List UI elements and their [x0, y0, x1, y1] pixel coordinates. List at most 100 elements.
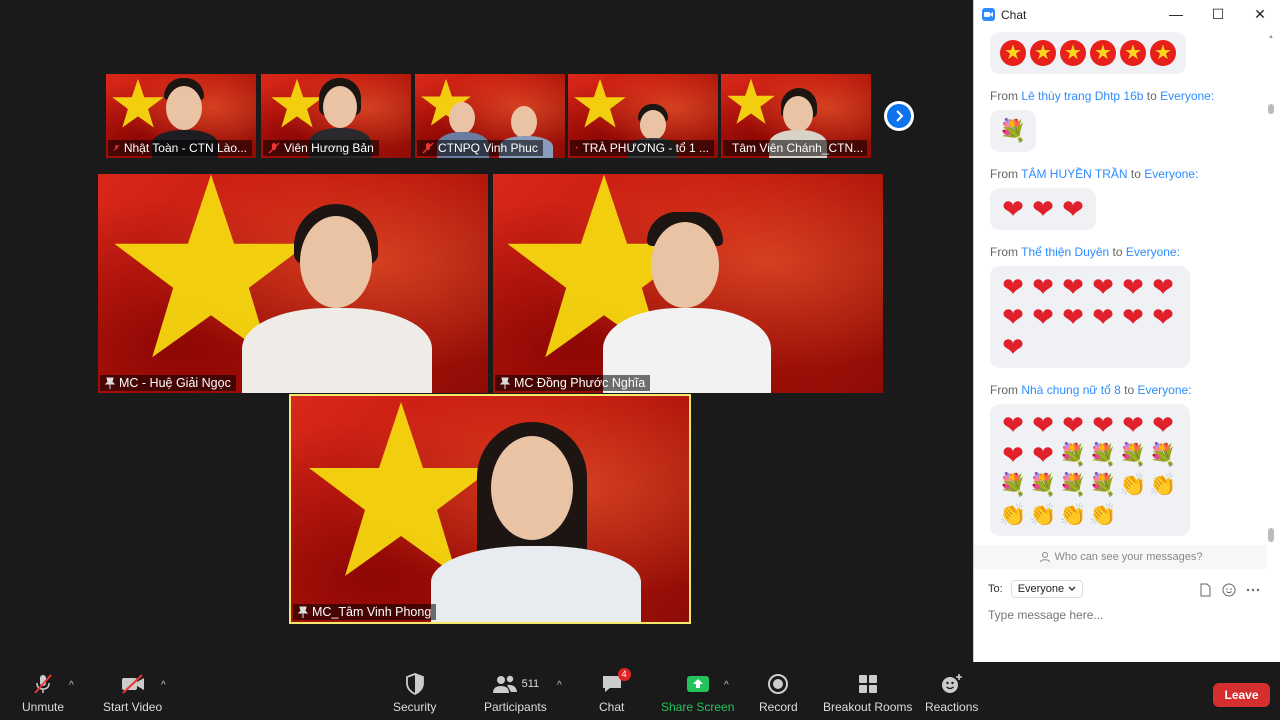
minimize-button[interactable]: —: [1164, 4, 1188, 24]
chat-message-list[interactable]: ★ ★ ★ ★ ★ ★ From Lê thùy trang Dhtp 16b to Eve…: [974, 29, 1267, 545]
record-icon: [768, 674, 789, 694]
mic-muted-icon: [34, 674, 52, 694]
start-video-button[interactable]: Start Video: [103, 672, 162, 714]
more-icon[interactable]: [1246, 583, 1260, 597]
sender-name[interactable]: Thể thiện Duyên: [1021, 245, 1109, 259]
video-options-caret[interactable]: ^: [161, 680, 166, 691]
record-button[interactable]: Record: [759, 672, 798, 714]
breakout-rooms-button[interactable]: Breakout Rooms: [823, 672, 912, 714]
message-input[interactable]: [988, 608, 1258, 622]
participants-options-caret[interactable]: ^: [557, 680, 562, 691]
who-can-see-text: Who can see your messages?: [1054, 551, 1203, 563]
heart-emoji-icon: ❤: [1122, 410, 1144, 440]
pin-icon: [105, 377, 115, 389]
share-screen-icon: [686, 676, 709, 692]
reactions-icon: [941, 674, 962, 693]
chat-message-header: From Nhà chung nữ tổ 8 to Everyone:: [974, 380, 1267, 400]
reactions-button[interactable]: Reactions: [925, 672, 978, 714]
heart-emoji-icon: ❤: [1002, 272, 1024, 302]
video-tile-main[interactable]: MC - Huệ Giải Ngọc: [98, 174, 488, 393]
who-can-see-link[interactable]: Who can see your messages?: [974, 545, 1267, 569]
heart-emoji-icon: ❤: [1062, 302, 1084, 332]
pin-icon: [500, 377, 510, 389]
video-tile-thumb[interactable]: TRÀ PHƯƠNG - tổ 1 ...: [568, 74, 718, 158]
participants-icon: [492, 675, 517, 693]
video-tile-thumb[interactable]: CTNPQ Vinh Phuc: [415, 74, 565, 158]
video-tile-active-speaker[interactable]: MC_Tâm Vinh Phong: [289, 394, 691, 624]
breakout-rooms-label: Breakout Rooms: [823, 700, 913, 714]
unmute-label: Unmute: [22, 700, 65, 714]
recipient-name: Everyone:: [1144, 167, 1199, 181]
from-word: From: [990, 383, 1018, 397]
participants-count: 511: [521, 678, 540, 690]
heart-emoji-icon: ❤: [1062, 410, 1084, 440]
to-word: to: [1146, 89, 1157, 103]
emoji-icon[interactable]: [1222, 583, 1236, 597]
chat-message-bubble[interactable]: ❤ ❤ ❤ ❤ ❤ ❤ ❤ ❤ ❤ ❤ ❤ ❤ ❤: [990, 266, 1190, 368]
person-icon: [1039, 552, 1050, 563]
close-button[interactable]: ✕: [1248, 4, 1272, 24]
share-screen-label: Share Screen: [661, 700, 735, 714]
share-screen-button[interactable]: Share Screen: [661, 672, 734, 714]
sender-name[interactable]: TÂM HUYỀN TRẦN: [1021, 167, 1127, 181]
reactions-label: Reactions: [925, 700, 979, 714]
clap-emoji-icon: 👏: [1149, 472, 1177, 497]
chat-scrollbar[interactable]: ▲: [1268, 34, 1274, 544]
chat-message-bubble[interactable]: 💐: [990, 110, 1036, 152]
record-label: Record: [759, 700, 798, 714]
heart-emoji-icon: ❤: [1032, 194, 1054, 224]
participant-name-tag: Nhật Toàn - CTN Lào...: [108, 140, 252, 156]
participant-name: MC_Tâm Vinh Phong: [312, 605, 432, 619]
unmute-button[interactable]: Unmute: [22, 672, 64, 714]
heart-emoji-icon: ❤: [1092, 410, 1114, 440]
video-tile-thumb[interactable]: Viên Hương Bản: [261, 74, 411, 158]
sender-name[interactable]: Nhà chung nữ tổ 8: [1021, 383, 1120, 397]
video-tile-thumb[interactable]: Tâm Viên Chánh_CTN...: [721, 74, 871, 158]
participant-name: Nhật Toàn - CTN Lào...: [123, 141, 247, 155]
security-button[interactable]: Security: [393, 672, 436, 714]
heart-emoji-icon: ❤: [1002, 302, 1024, 332]
next-page-button[interactable]: [884, 101, 914, 131]
heart-emoji-icon: ❤: [1002, 194, 1024, 224]
chat-message-header: From TÂM HUYỀN TRẦN to Everyone:: [974, 164, 1267, 184]
sender-name[interactable]: Lê thùy trang Dhtp 16b: [1021, 89, 1143, 103]
leave-button[interactable]: Leave: [1213, 683, 1270, 707]
video-off-icon: [121, 674, 144, 694]
audio-options-caret[interactable]: ^: [69, 680, 74, 691]
share-options-caret[interactable]: ^: [724, 680, 729, 691]
heart-emoji-icon: ❤: [1092, 302, 1114, 332]
mic-muted-icon: [113, 144, 120, 152]
video-tile-thumb[interactable]: Nhật Toàn - CTN Lào...: [106, 74, 256, 158]
heart-emoji-icon: ❤: [1122, 302, 1144, 332]
bouquet-emoji-icon: 💐: [1119, 442, 1147, 467]
maximize-button[interactable]: ☐: [1206, 4, 1230, 24]
to-word: to: [1124, 383, 1135, 397]
participant-name-tag: Viên Hương Bản: [263, 140, 379, 156]
chat-message-bubble[interactable]: ★ ★ ★ ★ ★ ★: [990, 32, 1186, 74]
file-icon[interactable]: [1199, 583, 1212, 597]
recipient-name: Everyone:: [1125, 245, 1180, 259]
bouquet-emoji-icon: 💐: [1089, 472, 1117, 497]
start-video-label: Start Video: [103, 700, 163, 714]
vietnam-flag-star-emoji-icon: ★: [1148, 38, 1178, 68]
heart-emoji-icon: ❤: [1092, 272, 1114, 302]
breakout-rooms-icon: [858, 675, 877, 693]
bouquet-emoji-icon: 💐: [999, 472, 1027, 497]
participants-button[interactable]: 511 Participants: [484, 672, 547, 714]
heart-emoji-icon: ❤: [1002, 332, 1024, 362]
vietnam-flag-star-emoji-icon: ★: [1028, 38, 1058, 68]
chat-message-bubble[interactable]: ❤ ❤ ❤: [990, 188, 1096, 230]
heart-emoji-icon: ❤: [1152, 410, 1174, 440]
bouquet-emoji-icon: 💐: [1029, 472, 1057, 497]
chat-message-bubble[interactable]: ❤ ❤ ❤ ❤ ❤ ❤ ❤ ❤ 💐 💐 💐 💐 💐 💐 💐 💐 👏 👏 👏 👏 👏 👏: [990, 404, 1190, 536]
heart-emoji-icon: ❤: [1032, 302, 1054, 332]
chat-label: Chat: [599, 700, 625, 714]
participant-name: TRÀ PHƯƠNG - tổ 1 ...: [582, 141, 709, 155]
chat-button[interactable]: 4 Chat: [599, 668, 631, 714]
participant-name-tag: MC_Tâm Vinh Phong: [293, 604, 437, 620]
recipient-select[interactable]: Everyone: [1010, 580, 1084, 598]
heart-emoji-icon: ❤: [1032, 410, 1054, 440]
video-tile-main[interactable]: MC Đồng Phước Nghĩa: [493, 174, 883, 393]
vietnam-flag-star-emoji-icon: ★: [1118, 38, 1148, 68]
chevron-down-icon: [1068, 586, 1076, 591]
